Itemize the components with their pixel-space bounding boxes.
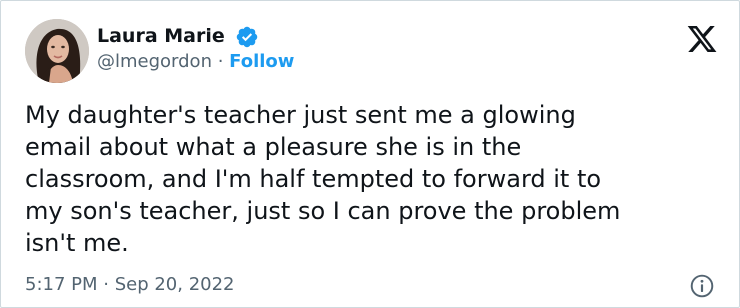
timestamp-separator: · — [97, 274, 115, 295]
tweet-date[interactable]: Sep 20, 2022 — [115, 274, 235, 295]
avatar[interactable] — [25, 19, 89, 83]
tweet-time[interactable]: 5:17 PM — [25, 274, 98, 295]
tweet-card: Laura Marie @lmegordon · Follow My daugh… — [0, 0, 740, 308]
x-logo-icon[interactable] — [686, 23, 718, 55]
tweet-timestamp[interactable]: 5:17 PM · Sep 20, 2022 — [25, 274, 235, 295]
user-handle[interactable]: @lmegordon — [97, 51, 212, 72]
handle-separator: · — [211, 51, 230, 72]
handle-row: @lmegordon · Follow — [97, 51, 294, 72]
info-icon[interactable] — [689, 273, 715, 299]
tweet-text: My daughter's teacher just sent me a glo… — [25, 101, 621, 257]
verified-badge-icon — [236, 26, 258, 48]
follow-button[interactable]: Follow — [229, 51, 294, 72]
user-name[interactable]: Laura Marie — [97, 25, 225, 47]
